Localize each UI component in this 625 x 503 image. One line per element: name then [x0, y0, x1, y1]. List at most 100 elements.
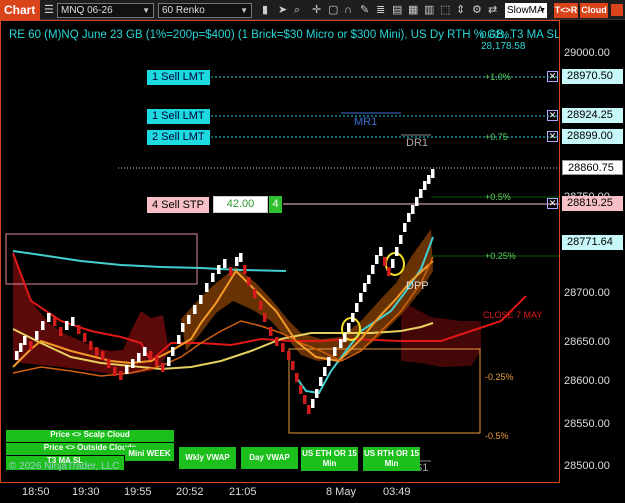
- top-pct-label: 0.62%, 28,178.58: [481, 30, 526, 52]
- price-chart-graphics: [5, 76, 559, 462]
- mini-weekly-button[interactable]: Mini WEEK: [125, 447, 174, 461]
- renko-brick-up: [239, 253, 243, 262]
- dpp-label: DPP: [406, 280, 429, 292]
- sell-limit-order-3[interactable]: 2 Sell LMT: [147, 130, 210, 145]
- renko-brick-up: [167, 357, 171, 366]
- chevron-down-icon: ▼: [240, 6, 248, 15]
- renko-brick-up: [355, 303, 359, 312]
- renko-brick-down: [287, 351, 291, 360]
- chart-info-line: RE 60 (M)NQ June 23 GB (1%=200p=$400) (1…: [9, 29, 560, 41]
- renko-brick-up: [223, 259, 227, 268]
- renko-brick-down: [101, 351, 105, 360]
- renko-brick-up: [323, 367, 327, 376]
- price-tick: 28600.00: [564, 375, 610, 387]
- pointer-icon[interactable]: ➤: [278, 3, 287, 17]
- time-label: 8 May: [326, 486, 356, 498]
- renko-brick-up: [65, 321, 69, 330]
- pink-range-box: [5, 233, 198, 285]
- magnet-icon[interactable]: ∩: [344, 3, 352, 17]
- list-icon[interactable]: ≣: [376, 3, 385, 17]
- time-axis[interactable]: 18:50 19:30 19:55 20:52 21:05 8 May 03:4…: [0, 483, 625, 503]
- scale-icon[interactable]: ⇕: [456, 3, 465, 17]
- renko-brick-down: [387, 267, 391, 276]
- renko-brick-up: [217, 265, 221, 274]
- time-label: 19:55: [124, 486, 152, 498]
- menu-icon[interactable]: ☰: [44, 3, 54, 17]
- us-eth-or-button[interactable]: US ETH OR 15 Min: [301, 447, 358, 471]
- renko-brick-up: [199, 295, 203, 304]
- renko-brick-up: [35, 331, 39, 340]
- bar-type-selector[interactable]: 60 Renko ▼: [158, 3, 252, 18]
- renko-brick-up: [403, 223, 407, 232]
- renko-brick-up: [391, 259, 395, 268]
- chart-menu-button[interactable]: Chart: [0, 0, 40, 20]
- renko-brick-down: [29, 341, 33, 350]
- strategy-icon[interactable]: ⬚: [440, 3, 450, 17]
- stop-price-tag: 28819.25: [562, 196, 623, 211]
- chart-toolbar: Chart ☰ MNQ 06-26 ▼ 60 Renko ▼ ▮ ➤ ⌕ ✛ ▢…: [0, 0, 625, 20]
- template-icon[interactable]: ▥: [424, 3, 434, 17]
- cancel-order-1-icon[interactable]: ✕: [547, 71, 558, 82]
- renko-brick-up: [363, 283, 367, 292]
- renko-brick-down: [155, 357, 159, 366]
- renko-brick-up: [187, 315, 191, 324]
- renko-brick-down: [247, 277, 251, 286]
- renko-brick-down: [307, 405, 311, 414]
- renko-brick-up: [327, 357, 331, 366]
- chart-panel[interactable]: RE 60 (M)NQ June 23 GB (1%=200p=$400) (1…: [0, 20, 560, 483]
- renko-brick-up: [193, 305, 197, 314]
- draw-icon[interactable]: ✎: [360, 3, 369, 17]
- zoom-icon[interactable]: ⌕: [294, 3, 300, 17]
- renko-brick-up: [211, 273, 215, 282]
- renko-brick-down: [243, 265, 247, 274]
- renko-brick-up: [367, 275, 371, 284]
- trade-icon[interactable]: ⇄: [488, 3, 497, 17]
- cloud-button[interactable]: Cloud: [580, 3, 608, 18]
- settings-icon[interactable]: ⚙: [472, 3, 482, 17]
- renko-brick-up: [419, 189, 423, 198]
- scalp-cloud-button[interactable]: Price <> Scalp Cloud: [6, 430, 174, 442]
- grid-icon[interactable]: ▦: [408, 3, 418, 17]
- renko-brick-down: [77, 325, 81, 334]
- renko-brick-up: [71, 317, 75, 326]
- renko-brick-down: [295, 373, 299, 382]
- tcr-button[interactable]: T<>R: [554, 3, 578, 18]
- red-cloud-right: [401, 301, 481, 367]
- renko-brick-up: [339, 339, 343, 348]
- renko-brick-down: [291, 361, 295, 370]
- renko-brick-up: [431, 169, 435, 178]
- cancel-order-3-icon[interactable]: ✕: [547, 131, 558, 142]
- renko-brick-up: [415, 197, 419, 206]
- toolbar-flag-button[interactable]: [611, 4, 623, 16]
- renko-brick-up: [319, 377, 323, 386]
- renko-brick-up: [131, 359, 135, 368]
- bar-chart-icon[interactable]: ▮: [262, 3, 268, 17]
- stop-order-qty[interactable]: 4: [269, 196, 282, 213]
- renko-brick-up: [375, 255, 379, 264]
- mr1-label: MR1: [354, 116, 378, 128]
- sell-limit-order-2[interactable]: 1 Sell LMT: [147, 109, 210, 124]
- indicator-selector[interactable]: SlowMA ▼: [505, 3, 547, 18]
- renko-brick-up: [315, 389, 319, 398]
- sell-limit-order-1[interactable]: 1 Sell LMT: [147, 70, 210, 85]
- last-price-tag: 28860.75: [562, 160, 623, 175]
- renko-brick-down: [229, 267, 233, 276]
- crosshair-icon[interactable]: ✛: [312, 3, 321, 17]
- time-label: 03:49: [383, 486, 411, 498]
- renko-brick-down: [253, 289, 257, 298]
- day-vwap-button[interactable]: Day VWAP: [241, 447, 298, 469]
- cancel-stop-order-icon[interactable]: ✕: [547, 198, 558, 209]
- properties-icon[interactable]: ▤: [392, 3, 402, 17]
- us-rth-or-button[interactable]: US RTH OR 15 Min: [363, 447, 420, 471]
- price-axis[interactable]: 29000.00 28750.00 28700.00 28650.00 2860…: [560, 20, 625, 483]
- stop-order-value[interactable]: 42.00: [213, 196, 268, 213]
- renko-brick-down: [119, 371, 123, 380]
- sell-stop-order[interactable]: 4 Sell STP: [147, 197, 209, 213]
- weekly-vwap-button[interactable]: Wkly VWAP: [179, 447, 236, 469]
- instrument-selector[interactable]: MNQ 06-26 ▼: [57, 3, 154, 18]
- box-icon[interactable]: ▢: [328, 3, 338, 17]
- cancel-order-2-icon[interactable]: ✕: [547, 110, 558, 121]
- renko-brick-up: [411, 205, 415, 214]
- renko-brick-down: [83, 333, 87, 342]
- renko-brick-up: [19, 343, 23, 352]
